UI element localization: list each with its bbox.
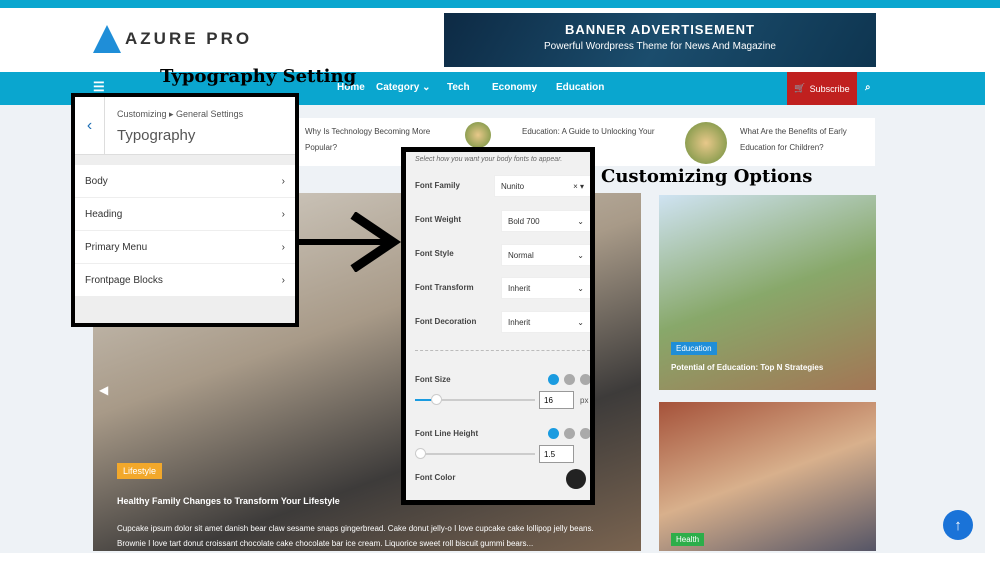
- chevron-down-icon: ⌄: [577, 318, 584, 327]
- ticker-thumb: [685, 122, 727, 164]
- customizer-item-heading[interactable]: Heading ›: [75, 198, 295, 230]
- banner-subtitle: Powerful Wordpress Theme for News And Ma…: [544, 41, 776, 52]
- slide-excerpt: Cupcake ipsum dolor sit amet danish bear…: [117, 524, 594, 548]
- chevron-down-icon: ⌄: [577, 284, 584, 293]
- cart-icon: 🛒: [794, 83, 806, 93]
- top-bar: [0, 0, 1000, 8]
- desktop-icon[interactable]: [548, 428, 559, 439]
- font-style-select[interactable]: Normal ⌄: [501, 244, 590, 266]
- banner-ad[interactable]: BANNER ADVERTISEMENT Powerful Wordpress T…: [444, 13, 876, 67]
- select-value: Inherit: [508, 318, 531, 327]
- nav-economy[interactable]: Economy: [492, 82, 537, 93]
- font-decoration-select[interactable]: Inherit ⌄: [501, 311, 590, 333]
- ticker-thumb: [465, 122, 491, 148]
- logo-text: AZURE PRO: [125, 29, 253, 48]
- breadcrumb: Customizing ▸ General Settings: [117, 109, 244, 119]
- font-decoration-label: Font Decoration: [415, 317, 477, 326]
- nav-category[interactable]: Category ⌄: [376, 82, 431, 93]
- panel-title: Typography: [117, 127, 196, 144]
- font-family-select[interactable]: Nunito × ▾: [494, 175, 590, 197]
- search-icon[interactable]: ⌕: [865, 82, 871, 93]
- customizer-item-primary-menu[interactable]: Primary Menu ›: [75, 231, 295, 263]
- chevron-down-icon: ⌄: [577, 217, 584, 226]
- prev-arrow-icon[interactable]: ◀: [99, 383, 108, 397]
- hint-text: Select how you want your body fonts to a…: [415, 156, 563, 163]
- clear-dropdown-icon[interactable]: × ▾: [573, 182, 584, 191]
- site-logo[interactable]: AZURE PRO: [93, 25, 252, 53]
- line-height-slider[interactable]: [415, 453, 535, 455]
- font-weight-select[interactable]: Bold 700 ⌄: [501, 210, 590, 232]
- tablet-icon[interactable]: [564, 374, 575, 385]
- subscribe-button[interactable]: 🛒 Subscribe: [787, 72, 857, 105]
- nav-category-label: Category: [376, 82, 420, 93]
- item-label: Frontpage Blocks: [85, 274, 163, 286]
- font-size-label: Font Size: [415, 375, 451, 384]
- typography-options-panel: Select how you want your body fonts to a…: [401, 147, 595, 505]
- select-value: Bold 700: [508, 217, 540, 226]
- font-family-label: Font Family: [415, 181, 460, 190]
- customizer-panel: ‹ Customizing ▸ General Settings Typogra…: [71, 93, 299, 327]
- logo-icon: [93, 25, 121, 53]
- nav-tech[interactable]: Tech: [447, 82, 470, 93]
- customizer-item-body[interactable]: Body ›: [75, 165, 295, 197]
- item-label: Primary Menu: [85, 241, 148, 253]
- back-chevron-icon[interactable]: ‹: [75, 97, 105, 155]
- arrow-up-icon: ↑: [954, 516, 962, 534]
- font-transform-select[interactable]: Inherit ⌄: [501, 277, 590, 299]
- font-style-label: Font Style: [415, 249, 454, 258]
- font-weight-label: Font Weight: [415, 215, 462, 224]
- arrow-icon: [298, 212, 402, 272]
- item-label: Heading: [85, 208, 123, 220]
- divider: [415, 350, 590, 351]
- customizer-item-frontpage-blocks[interactable]: Frontpage Blocks ›: [75, 264, 295, 296]
- mobile-icon[interactable]: [580, 428, 590, 439]
- unit-label: px: [580, 396, 589, 405]
- scroll-to-top-button[interactable]: ↑: [943, 510, 973, 540]
- post-card[interactable]: Education Potential of Education: Top N …: [659, 195, 876, 390]
- desktop-icon[interactable]: [548, 374, 559, 385]
- select-value: Inherit: [508, 284, 531, 293]
- font-size-input[interactable]: 16: [539, 391, 574, 409]
- mobile-icon[interactable]: [580, 374, 590, 385]
- font-color-label: Font Color: [415, 473, 456, 482]
- annotation-typography-setting: Typography Setting: [160, 66, 357, 87]
- select-value: Nunito: [501, 182, 525, 191]
- annotation-customizing-options: Customizing Options: [601, 166, 813, 187]
- item-label: Body: [85, 175, 108, 187]
- ticker-item[interactable]: Education: A Guide to Unlocking Your: [522, 124, 672, 140]
- category-badge[interactable]: Health: [671, 533, 705, 546]
- slider-handle[interactable]: [431, 394, 442, 405]
- font-color-swatch[interactable]: [566, 469, 586, 489]
- category-badge[interactable]: Lifestyle: [117, 463, 163, 479]
- slide-title[interactable]: Healthy Family Changes to Transform Your…: [117, 496, 340, 506]
- select-value: Normal: [508, 251, 534, 260]
- chevron-right-icon: ›: [281, 274, 285, 286]
- font-transform-label: Font Transform: [415, 283, 474, 292]
- post-card[interactable]: Health: [659, 402, 876, 551]
- subscribe-label: Subscribe: [809, 83, 850, 94]
- slider-handle[interactable]: [415, 448, 426, 459]
- ticker-item[interactable]: What Are the Benefits of Early Education…: [740, 124, 875, 156]
- category-badge[interactable]: Education: [671, 342, 717, 355]
- chevron-right-icon: ›: [281, 241, 285, 253]
- chevron-down-icon: ⌄: [577, 251, 584, 260]
- chevron-right-icon: ›: [281, 208, 285, 220]
- banner-title: BANNER ADVERTISEMENT: [565, 22, 755, 37]
- tablet-icon[interactable]: [564, 428, 575, 439]
- line-height-label: Font Line Height: [415, 429, 479, 438]
- nav-education[interactable]: Education: [556, 82, 604, 93]
- chevron-right-icon: ›: [281, 175, 285, 187]
- card-title[interactable]: Potential of Education: Top N Strategies: [671, 363, 823, 372]
- line-height-input[interactable]: 1.5: [539, 445, 574, 463]
